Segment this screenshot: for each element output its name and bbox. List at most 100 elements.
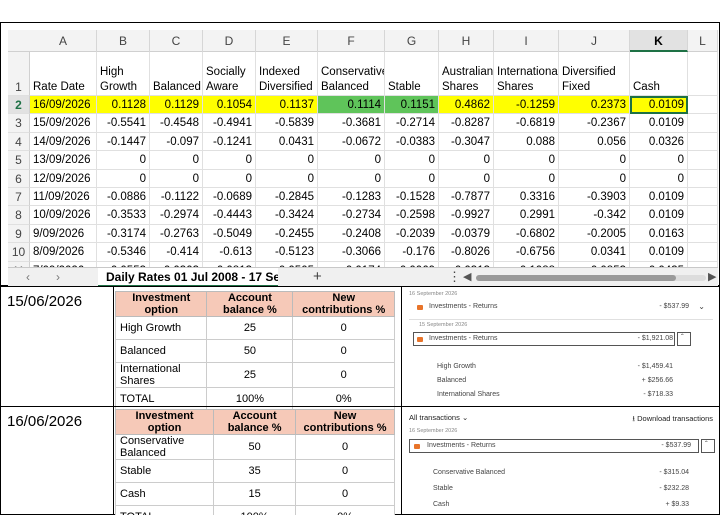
- data-cell[interactable]: 0: [494, 151, 559, 170]
- data-cell[interactable]: 0: [203, 151, 256, 170]
- tab-scroll-left-icon[interactable]: ‹: [26, 268, 30, 286]
- data-cell[interactable]: -0.1122: [150, 188, 203, 207]
- data-cell[interactable]: -0.5541: [97, 114, 150, 133]
- data-cell[interactable]: 0.0326: [630, 132, 688, 152]
- data-cell[interactable]: 0.1151: [385, 96, 439, 115]
- data-cell[interactable]: -0.2039: [385, 224, 439, 244]
- data-cell[interactable]: 0.0341: [559, 243, 630, 262]
- data-cell[interactable]: -0.8026: [439, 243, 494, 262]
- data-cell[interactable]: 0: [150, 169, 203, 188]
- data-cell[interactable]: -0.3533: [97, 206, 150, 225]
- data-cell[interactable]: -0.4443: [203, 206, 256, 225]
- data-cell[interactable]: 14/09/2026: [30, 132, 97, 152]
- data-cell[interactable]: -0.342: [559, 206, 630, 225]
- chevron-down-icon[interactable]: ⌄: [698, 302, 705, 311]
- row-number[interactable]: 9: [8, 224, 30, 244]
- data-cell[interactable]: 0.088: [494, 132, 559, 152]
- empty-cell[interactable]: [688, 243, 718, 262]
- data-cell[interactable]: -0.0886: [97, 188, 150, 207]
- download-transactions-button[interactable]: ⭳ Download transactions: [632, 413, 713, 426]
- tab-scroll-right-icon[interactable]: ›: [56, 268, 60, 286]
- more-options-icon[interactable]: ⋮: [448, 268, 461, 286]
- chevron-up-icon[interactable]: [701, 439, 715, 453]
- data-cell[interactable]: 13/09/2026: [30, 151, 97, 170]
- data-cell[interactable]: 0.1137: [256, 96, 318, 115]
- empty-cell[interactable]: [688, 132, 718, 152]
- data-cell[interactable]: -0.613: [203, 243, 256, 262]
- empty-cell[interactable]: [688, 96, 718, 115]
- data-cell[interactable]: -0.9927: [439, 206, 494, 225]
- column-header-c[interactable]: C: [150, 30, 203, 52]
- data-cell[interactable]: -0.5839: [256, 114, 318, 133]
- data-cell[interactable]: 0: [630, 151, 688, 170]
- data-cell[interactable]: -0.0379: [439, 224, 494, 244]
- header-cell[interactable]: Stable: [385, 52, 439, 96]
- data-cell[interactable]: -0.3066: [318, 243, 385, 262]
- data-cell[interactable]: 0: [256, 169, 318, 188]
- data-cell[interactable]: 0: [256, 151, 318, 170]
- data-cell[interactable]: -0.0672: [318, 132, 385, 152]
- row-number[interactable]: 8: [8, 206, 30, 225]
- row-number[interactable]: 5: [8, 151, 30, 170]
- data-cell[interactable]: -0.4548: [150, 114, 203, 133]
- header-cell[interactable]: Conservative Balanced: [318, 52, 385, 96]
- header-cell[interactable]: Balanced: [150, 52, 203, 96]
- chevron-up-icon[interactable]: [677, 332, 691, 346]
- data-cell[interactable]: 10/09/2026: [30, 206, 97, 225]
- data-cell[interactable]: -0.6756: [494, 243, 559, 262]
- header-cell[interactable]: Diversified Fixed Interest: [559, 52, 630, 96]
- data-cell[interactable]: -0.2974: [150, 206, 203, 225]
- empty-cell[interactable]: [688, 114, 718, 133]
- empty-cell[interactable]: [688, 151, 718, 170]
- row-number[interactable]: 4: [8, 132, 30, 152]
- empty-cell[interactable]: [688, 206, 718, 225]
- data-cell[interactable]: -0.2734: [318, 206, 385, 225]
- column-header-a[interactable]: A: [30, 30, 97, 52]
- data-cell[interactable]: 0: [318, 151, 385, 170]
- data-cell[interactable]: 0: [97, 151, 150, 170]
- column-header-i[interactable]: I: [494, 30, 559, 52]
- data-cell[interactable]: -0.5123: [256, 243, 318, 262]
- row-number[interactable]: 3: [8, 114, 30, 133]
- data-cell[interactable]: 0.0163: [630, 224, 688, 244]
- data-cell[interactable]: 0.0431: [256, 132, 318, 152]
- data-cell[interactable]: -0.414: [150, 243, 203, 262]
- data-cell[interactable]: 0.056: [559, 132, 630, 152]
- data-cell[interactable]: -0.0689: [203, 188, 256, 207]
- data-cell[interactable]: 15/09/2026: [30, 114, 97, 133]
- data-cell[interactable]: 0: [385, 151, 439, 170]
- data-cell[interactable]: -0.3903: [559, 188, 630, 207]
- data-cell[interactable]: 0.2991: [494, 206, 559, 225]
- data-cell[interactable]: -0.3047: [439, 132, 494, 152]
- data-cell[interactable]: -0.2408: [318, 224, 385, 244]
- data-cell[interactable]: 0.0109: [630, 206, 688, 225]
- column-header-d[interactable]: D: [203, 30, 256, 52]
- data-cell[interactable]: 8/09/2026: [30, 243, 97, 262]
- data-cell[interactable]: -0.0383: [385, 132, 439, 152]
- empty-cell[interactable]: [688, 188, 718, 207]
- data-cell[interactable]: -0.3174: [97, 224, 150, 244]
- data-cell[interactable]: 0: [494, 169, 559, 188]
- column-header-g[interactable]: G: [385, 30, 439, 52]
- data-cell[interactable]: 0.1054: [203, 96, 256, 115]
- column-header-b[interactable]: B: [97, 30, 150, 52]
- data-cell[interactable]: 11/09/2026: [30, 188, 97, 207]
- empty-cell[interactable]: [688, 52, 718, 96]
- data-cell[interactable]: 9/09/2026: [30, 224, 97, 244]
- formula-bar[interactable]: [0, 0, 720, 23]
- add-sheet-icon[interactable]: +: [313, 268, 322, 286]
- row-number[interactable]: 1: [8, 52, 30, 96]
- data-cell[interactable]: 0.0109: [630, 243, 688, 262]
- data-cell[interactable]: -0.1259: [494, 96, 559, 115]
- data-cell[interactable]: 0.2373: [559, 96, 630, 115]
- header-cell[interactable]: Rate Date: [30, 52, 97, 96]
- data-cell[interactable]: -0.2714: [385, 114, 439, 133]
- column-header-j[interactable]: J: [559, 30, 630, 52]
- data-cell[interactable]: 0: [559, 169, 630, 188]
- scroll-right-icon[interactable]: ▶: [708, 268, 716, 286]
- data-cell[interactable]: 16/09/2026: [30, 96, 97, 115]
- data-cell[interactable]: -0.3681: [318, 114, 385, 133]
- data-cell[interactable]: 0.1114: [318, 96, 385, 115]
- header-cell[interactable]: Indexed Diversified: [256, 52, 318, 96]
- column-header-k[interactable]: K: [630, 30, 688, 52]
